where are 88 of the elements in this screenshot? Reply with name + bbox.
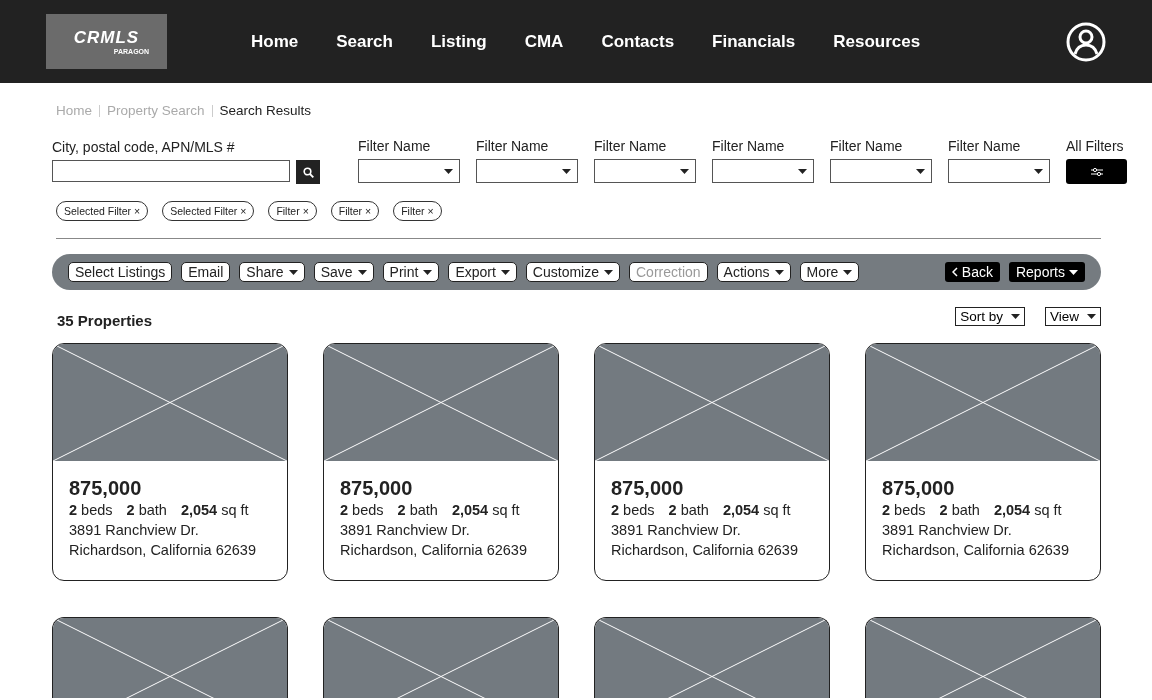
nav-link[interactable]: CMA bbox=[505, 31, 583, 52]
filter-label: All Filters bbox=[1066, 138, 1125, 154]
filter-dropdown[interactable] bbox=[594, 159, 696, 183]
listing-street: 3891 Ranchview Dr. bbox=[611, 522, 742, 538]
listing-baths: 2 bath bbox=[397, 502, 438, 518]
listing-area: 2,054 sq ft bbox=[722, 502, 791, 518]
filter-dropdown[interactable] bbox=[830, 159, 932, 183]
toolbar-button[interactable]: More bbox=[799, 262, 860, 282]
caret-icon bbox=[1010, 314, 1020, 319]
filter-dropdown[interactable] bbox=[948, 159, 1050, 183]
search-button[interactable] bbox=[296, 160, 320, 184]
filter-dropdown[interactable] bbox=[712, 159, 814, 183]
chevron-left-icon bbox=[951, 267, 958, 277]
caret-icon bbox=[288, 269, 298, 275]
caret-icon bbox=[774, 269, 784, 275]
nav-link[interactable]: Home bbox=[239, 31, 318, 52]
filter-label: Filter Name bbox=[476, 138, 550, 154]
listing-area: 2,054 sq ft bbox=[451, 502, 520, 518]
caret-icon bbox=[1034, 168, 1043, 174]
caret-icon bbox=[423, 269, 433, 275]
toolbar-button[interactable]: Actions bbox=[716, 262, 791, 282]
listing-beds: 2 beds bbox=[611, 502, 655, 518]
caret-icon bbox=[604, 269, 613, 275]
listing-city: Richardson, California 62639 bbox=[882, 542, 1070, 558]
caret-icon bbox=[1087, 314, 1096, 319]
caret-icon bbox=[680, 168, 689, 174]
toolbar-button[interactable]: Share bbox=[239, 262, 305, 282]
nav-link[interactable]: Resources bbox=[814, 31, 940, 52]
nav-link[interactable]: Search bbox=[317, 31, 412, 52]
account-icon[interactable] bbox=[1066, 21, 1106, 62]
results-count: 35 Properties bbox=[57, 312, 153, 329]
listing-beds: 2 beds bbox=[69, 502, 113, 518]
filter-label: Filter Name bbox=[948, 138, 1022, 154]
toolbar-button[interactable]: Export bbox=[448, 262, 517, 282]
toolbar-button[interactable]: Reports bbox=[1008, 262, 1085, 282]
filter-label: Filter Name bbox=[712, 138, 786, 154]
caret-icon bbox=[562, 168, 571, 174]
listing-price: 875,000 bbox=[882, 477, 956, 500]
listing-card[interactable]: 875,000 2 beds 2 bath 2,054 sq ft 3891 Ranchview Dr. Richardson, California 62639 bbox=[323, 343, 559, 581]
listing-city: Richardson, California 62639 bbox=[340, 542, 528, 558]
toolbar-button[interactable]: Email bbox=[181, 262, 231, 282]
listing-card[interactable]: 875,000 2 beds 2 bath 2,054 sq ft 3891 Ranchview Dr. Richardson, California 62639 bbox=[865, 343, 1101, 581]
view-dropdown[interactable]: View bbox=[1044, 307, 1101, 326]
breadcrumb-link[interactable]: Search Results bbox=[219, 103, 312, 118]
filter-label: Filter Name bbox=[358, 138, 432, 154]
filter-dropdown[interactable] bbox=[476, 159, 578, 183]
listing-baths: 2 bath bbox=[668, 502, 709, 518]
listing-baths: 2 bath bbox=[126, 502, 167, 518]
listing-area: 2,054 sq ft bbox=[180, 502, 249, 518]
all-filters-button[interactable] bbox=[1066, 159, 1127, 184]
nav-link[interactable]: Financials bbox=[693, 31, 815, 52]
search-label: City, postal code, APN/MLS # bbox=[52, 139, 236, 155]
listing-price: 875,000 bbox=[611, 477, 685, 500]
toolbar-button[interactable]: Customize bbox=[525, 262, 620, 282]
sliders-icon bbox=[1090, 166, 1103, 177]
listing-baths: 2 bath bbox=[939, 502, 980, 518]
search-icon bbox=[302, 166, 314, 178]
listing-price: 875,000 bbox=[69, 477, 143, 500]
listing-price: 875,000 bbox=[340, 477, 414, 500]
filter-label: Filter Name bbox=[594, 138, 668, 154]
filter-label: Filter Name bbox=[830, 138, 904, 154]
listing-card[interactable]: 875,000 2 beds 2 bath 2,054 sq ft 3891 Ranchview Dr. Richardson, California 62639 bbox=[52, 343, 288, 581]
listing-street: 3891 Ranchview Dr. bbox=[882, 522, 1013, 538]
nav-link[interactable]: Listing bbox=[411, 31, 506, 52]
listing-street: 3891 Ranchview Dr. bbox=[340, 522, 471, 538]
caret-icon bbox=[916, 168, 925, 174]
caret-icon bbox=[798, 168, 807, 174]
listing-beds: 2 beds bbox=[882, 502, 926, 518]
filter-dropdown[interactable] bbox=[358, 159, 460, 183]
nav-link[interactable]: Contacts bbox=[582, 31, 694, 52]
search-field[interactable] bbox=[52, 160, 290, 182]
listing-street: 3891 Ranchview Dr. bbox=[69, 522, 200, 538]
logo-text: CRMLS bbox=[73, 28, 140, 48]
toolbar-button[interactable]: Save bbox=[313, 262, 374, 282]
listing-beds: 2 beds bbox=[340, 502, 384, 518]
toolbar-button[interactable]: Select Listings bbox=[68, 262, 173, 282]
listing-city: Richardson, California 62639 bbox=[611, 542, 799, 558]
caret-icon bbox=[357, 269, 367, 275]
listing-city: Richardson, California 62639 bbox=[69, 542, 257, 558]
listing-card[interactable]: 875,000 2 beds 2 bath 2,054 sq ft 3891 Ranchview Dr. Richardson, California 62639 bbox=[594, 343, 830, 581]
caret-icon bbox=[500, 269, 510, 275]
caret-icon bbox=[444, 168, 453, 174]
toolbar-button[interactable]: Back bbox=[944, 262, 1000, 282]
sort-dropdown[interactable]: Sort by bbox=[955, 307, 1025, 326]
toolbar-button[interactable]: Print bbox=[382, 262, 440, 282]
listing-area: 2,054 sq ft bbox=[993, 502, 1062, 518]
caret-icon bbox=[1069, 269, 1078, 275]
caret-icon bbox=[843, 269, 853, 275]
